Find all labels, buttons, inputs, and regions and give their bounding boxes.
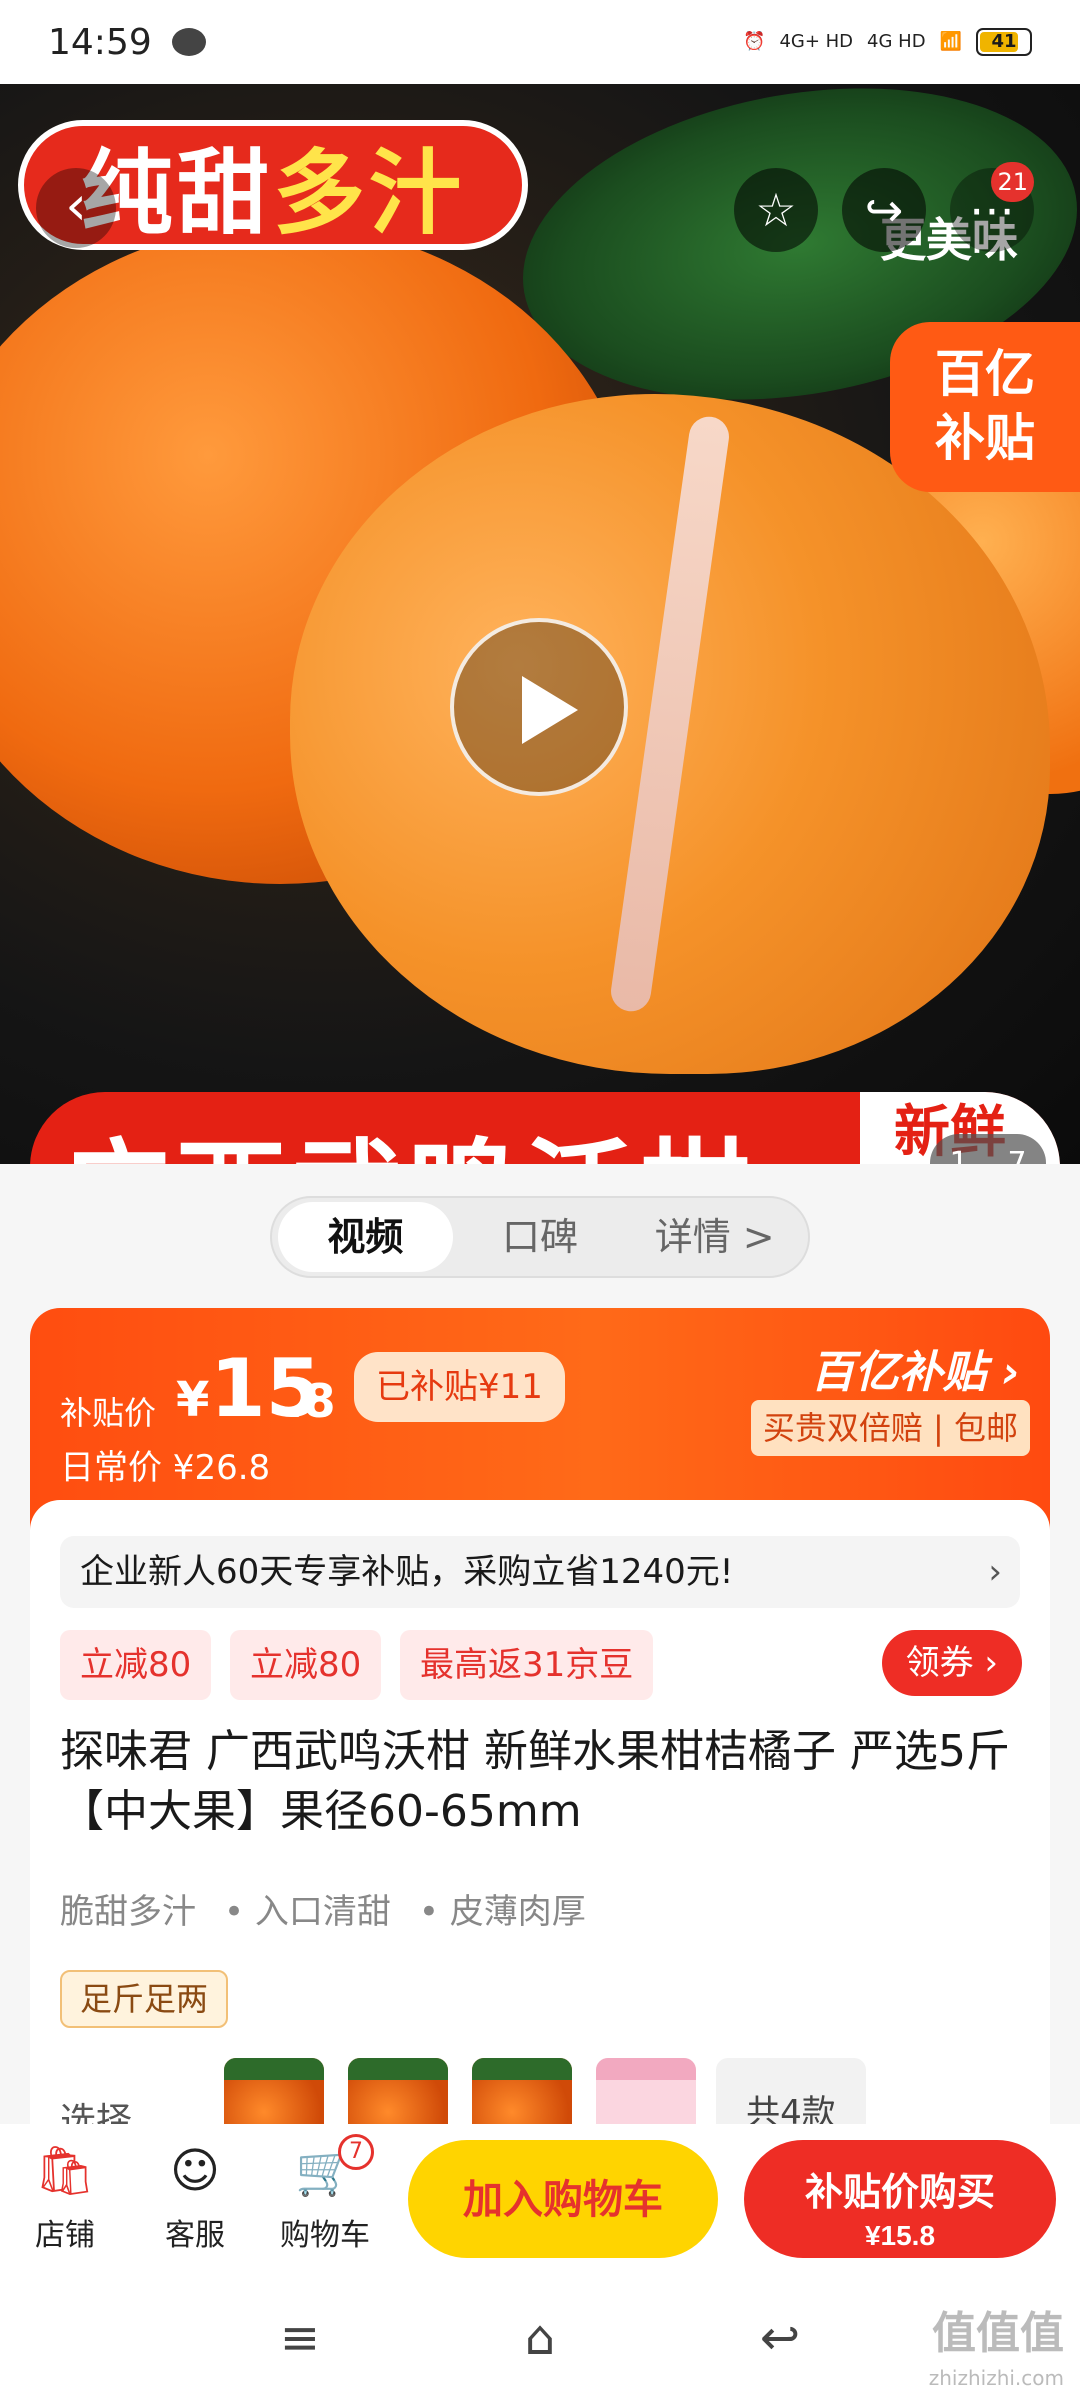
variant-thumbnail[interactable] [348, 2058, 448, 2124]
site-watermark: 值值值 zhizhizhi.com [928, 2308, 1064, 2391]
full-weight-chip: 足斤足两 [60, 1970, 229, 2028]
product-hero-image[interactable]: 纯甜多汁 ‹ 更美味 ☆ ↪ ⋯ 21 百亿补贴 广西武鸣沃柑 新鲜 采摘 17 [0, 84, 1080, 1164]
billion-subsidy-link[interactable]: 百亿补贴 › [811, 1336, 1020, 1400]
product-title: 探味君 广西武鸣沃柑 新鲜水果柑桔橘子 严选5斤 【中大果】果径60-65mm [60, 1726, 1010, 1837]
variant-thumbnail[interactable] [224, 2058, 324, 2124]
play-video-button[interactable] [450, 618, 628, 796]
chevron-right-icon: › [988, 1552, 1002, 1592]
favorite-button[interactable]: ☆ [734, 168, 818, 252]
buy-now-button[interactable]: 补贴价购买 ¥15.8 [744, 2140, 1056, 2258]
feature-item: • 入口清甜 [224, 1892, 391, 1932]
shop-icon: 🛍 [34, 2143, 96, 2199]
get-coupon-button[interactable]: 领券 › [881, 1630, 1022, 1696]
status-icons: ⏰ 4G+ HD 4G HD 📶 41 [743, 28, 1032, 56]
signal-1-label: 4G+ HD [779, 31, 854, 52]
home-icon[interactable]: ⌂ [510, 2308, 570, 2368]
coupon-tag[interactable]: 立减80 [230, 1630, 382, 1700]
currency-symbol: ¥ [176, 1372, 210, 1428]
variant-thumbnail[interactable] [472, 2058, 572, 2124]
price-guarantee-tag: 买贵双倍赔 | 包邮 [750, 1400, 1030, 1456]
bottom-action-bar: 🛍 店铺 ☺ 客服 🛒 购物车 7 加入购物车 补贴价购买 ¥15.8 [0, 2124, 1080, 2274]
more-button[interactable]: ⋯ 21 [950, 162, 1034, 252]
shop-button[interactable]: 🛍 店铺 [10, 2140, 120, 2254]
variant-thumbnail[interactable] [596, 2058, 696, 2124]
tab-reviews[interactable]: 口碑 [453, 1202, 628, 1272]
variant-count[interactable]: 共4款 [716, 2058, 866, 2124]
customer-service-button[interactable]: ☺ 客服 [140, 2140, 250, 2254]
message-badge: 21 [991, 162, 1034, 202]
price-decimal: .8 [286, 1374, 336, 1428]
wifi-icon: 📶 [939, 31, 962, 52]
share-icon: ↪ [864, 183, 904, 237]
product-detail-content[interactable]: 视频 口碑 详情 > 补贴价 ¥ 15 .8 已补贴¥11 日常价 ¥26.8 … [0, 1164, 1080, 2124]
signal-2-label: 4G HD [867, 31, 926, 52]
media-tabs: 视频 口碑 详情 > [270, 1196, 810, 1278]
system-nav-bar: ≡ ⌂ ↩ [0, 2274, 1080, 2400]
tab-details[interactable]: 详情 > [627, 1202, 802, 1272]
menu-icon[interactable]: ≡ [270, 2308, 330, 2368]
beans-cashback-tag[interactable]: 最高返31京豆 [400, 1630, 654, 1700]
back-nav-icon[interactable]: ↩ [750, 2308, 810, 2368]
share-button[interactable]: ↪ [842, 168, 926, 252]
select-label: 选择 [60, 2101, 133, 2124]
daily-price: 日常价 ¥26.8 [60, 1448, 271, 1488]
chat-icon: ☺ [169, 2143, 221, 2199]
status-bar: 14:59 ⏰ 4G+ HD 4G HD 📶 41 [0, 0, 1080, 84]
back-button[interactable]: ‹ [36, 168, 116, 248]
clock: 14:59 [48, 21, 152, 63]
product-info-card: 企业新人60天专享补贴，采购立省1240元! › 立减80 立减80 最高返31… [30, 1500, 1050, 2124]
add-to-cart-button[interactable]: 加入购物车 [408, 2140, 718, 2258]
tab-video[interactable]: 视频 [278, 1202, 453, 1272]
subsidized-amount-pill: 已补贴¥11 [354, 1352, 565, 1422]
variant-selector[interactable]: 选择 共4款 [60, 2058, 1020, 2124]
image-page-indicator: 17 [930, 1134, 1046, 1164]
star-icon: ☆ [755, 183, 797, 237]
battery-icon: 41 [976, 28, 1032, 56]
wechat-notification-icon [171, 28, 206, 56]
feature-item: 脆甜多汁 [60, 1892, 196, 1932]
product-name-banner: 广西武鸣沃柑 新鲜 采摘 [30, 1092, 1060, 1164]
product-features: 脆甜多汁 • 入口清甜 • 皮薄肉厚 [60, 1884, 586, 1933]
coupon-tag[interactable]: 立减80 [60, 1630, 212, 1700]
feature-item: • 皮薄肉厚 [418, 1892, 586, 1932]
enterprise-promo-bar[interactable]: 企业新人60天专享补贴，采购立省1240元! › [60, 1536, 1020, 1608]
cart-button[interactable]: 🛒 购物车 7 [270, 2134, 380, 2254]
subsidy-badge: 百亿 补贴 [890, 322, 1080, 492]
alarm-icon: ⏰ [743, 31, 766, 52]
subsidy-price-label: 补贴价 [60, 1394, 157, 1432]
cart-count-badge: 7 [338, 2134, 374, 2170]
